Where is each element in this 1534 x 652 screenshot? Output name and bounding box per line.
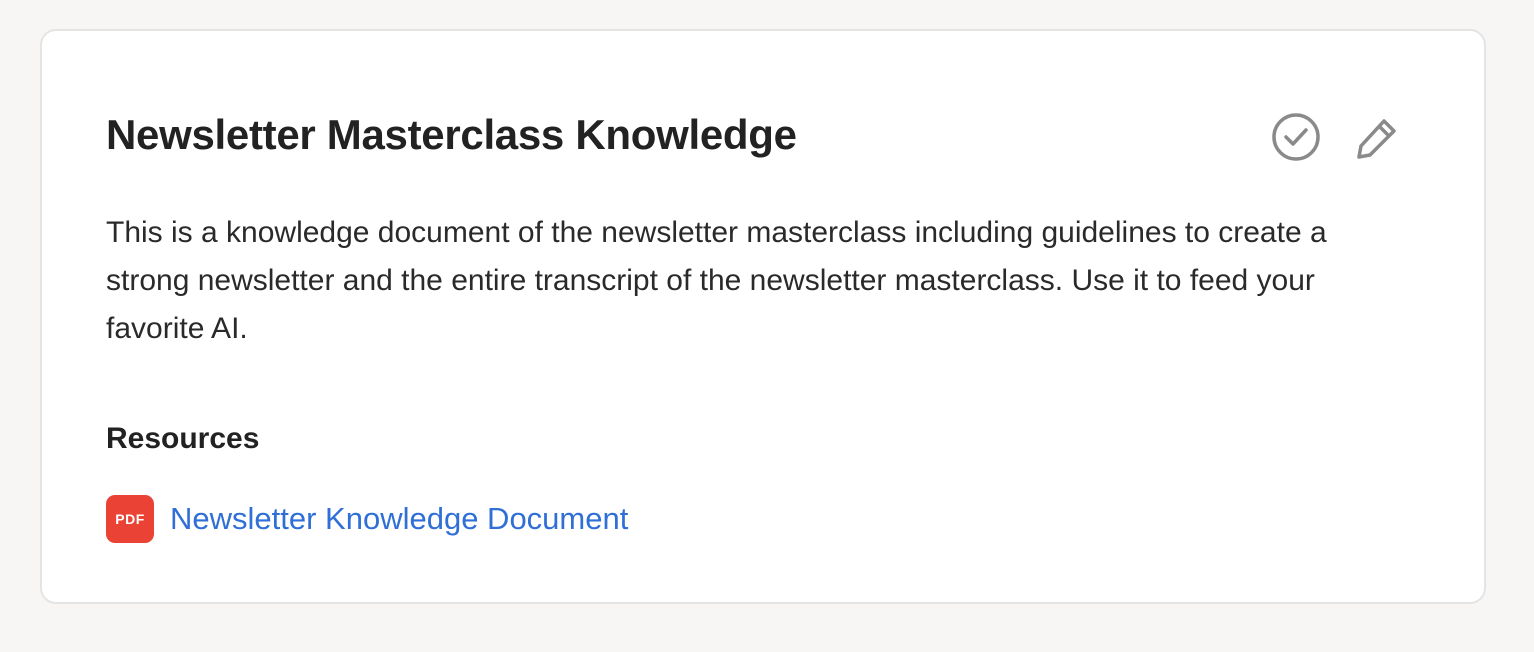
pdf-file-icon: PDF bbox=[106, 495, 154, 543]
pencil-icon bbox=[1357, 119, 1396, 159]
resource-item[interactable]: PDF Newsletter Knowledge Document bbox=[106, 495, 628, 543]
card-description: This is a knowledge document of the news… bbox=[106, 216, 1327, 345]
edit-button[interactable] bbox=[1352, 111, 1404, 163]
check-circle-icon bbox=[1272, 113, 1320, 161]
knowledge-card: Newsletter Masterclass Knowledge This is… bbox=[40, 29, 1486, 604]
resource-link[interactable]: Newsletter Knowledge Document bbox=[170, 495, 628, 543]
card-title: Newsletter Masterclass Knowledge bbox=[106, 111, 797, 158]
mark-complete-button[interactable] bbox=[1270, 111, 1322, 163]
resources-heading: Resources bbox=[106, 422, 260, 455]
card-actions bbox=[1270, 111, 1404, 163]
